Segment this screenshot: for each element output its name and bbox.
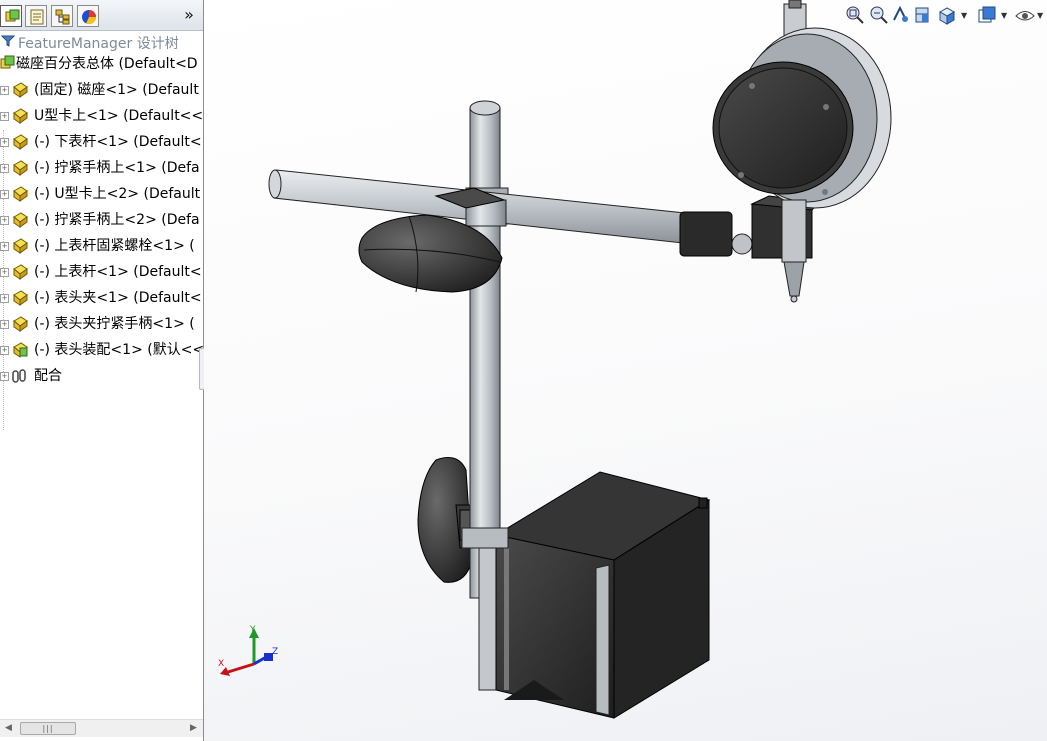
x-axis-arrow bbox=[227, 662, 255, 674]
tree-guide-line bbox=[3, 130, 4, 430]
part-icon bbox=[13, 82, 28, 98]
filter-bar[interactable]: FeatureManager 设计树 bbox=[0, 31, 203, 53]
featuremanager-panel: » FeatureManager 设计树 磁座百分表总体 (Default<D … bbox=[0, 0, 204, 741]
previous-view-icon[interactable] bbox=[890, 4, 912, 26]
part-icon bbox=[13, 108, 28, 124]
expand-toggle[interactable]: + bbox=[0, 86, 9, 95]
tree-root-label: 磁座百分表总体 (Default<D bbox=[16, 56, 198, 72]
part-icon bbox=[13, 238, 28, 254]
y-axis-label: Y bbox=[249, 625, 256, 635]
tree-item-label: (-) 上表杆<1> (Default< bbox=[34, 264, 202, 280]
chevron-down-icon[interactable]: ▼ bbox=[961, 11, 967, 20]
expand-toggle[interactable]: + bbox=[0, 164, 9, 173]
view-orientation-icon[interactable] bbox=[936, 4, 958, 26]
zoom-to-fit-icon[interactable] bbox=[844, 4, 866, 26]
property-sheet-icon bbox=[30, 9, 44, 25]
part-icon bbox=[13, 264, 28, 280]
filter-funnel-icon[interactable] bbox=[1, 34, 15, 48]
chevron-down-icon[interactable]: ▼ bbox=[1037, 11, 1043, 20]
part-icon bbox=[13, 316, 28, 332]
tree-item-label: (-) 表头夹<1> (Default< bbox=[34, 290, 202, 306]
expand-toggle[interactable]: + bbox=[0, 346, 9, 355]
magnetic-base bbox=[478, 471, 711, 719]
tree-item-label: (-) 拧紧手柄上<1> (Defa bbox=[34, 160, 200, 176]
scroll-right-arrow-icon[interactable]: ▶ bbox=[190, 723, 197, 733]
part-icon bbox=[13, 290, 28, 306]
mates-icon bbox=[12, 369, 26, 383]
expand-toggle[interactable]: + bbox=[0, 216, 9, 225]
filter-input[interactable]: FeatureManager 设计树 bbox=[18, 33, 179, 53]
part-icon bbox=[13, 212, 28, 228]
subassembly-icon bbox=[13, 342, 28, 358]
expand-toggle[interactable]: + bbox=[0, 242, 9, 251]
panel-tab-bar: » bbox=[0, 0, 203, 31]
tree-item-label: 配合 bbox=[34, 368, 62, 384]
tree-item-label: (-) 上表杆固紧螺栓<1> ( bbox=[34, 238, 195, 254]
tree-item-label: (-) 表头夹拧紧手柄<1> ( bbox=[34, 316, 195, 332]
section-view-icon[interactable] bbox=[912, 4, 934, 26]
expand-toggle[interactable]: + bbox=[0, 190, 9, 199]
featuremanager-tab[interactable] bbox=[0, 5, 22, 27]
assembly-model-view[interactable] bbox=[204, 0, 1047, 741]
lower-rod bbox=[469, 100, 501, 599]
displaymanager-tab[interactable] bbox=[77, 5, 99, 27]
tree-item-label: (-) 下表杆<1> (Default< bbox=[34, 134, 202, 150]
dial-indicator bbox=[712, 0, 892, 303]
tree-item-label: (-) 表头装配<1> (默认<< bbox=[34, 342, 204, 358]
part-icon bbox=[13, 160, 28, 176]
display-style-icon[interactable] bbox=[976, 4, 998, 26]
expand-toggle[interactable]: + bbox=[0, 294, 9, 303]
expand-toggle[interactable]: + bbox=[0, 138, 9, 147]
expand-panel-button[interactable]: » bbox=[179, 5, 199, 25]
appearance-pie-icon bbox=[82, 10, 97, 25]
expand-toggle[interactable]: + bbox=[0, 112, 9, 121]
expand-toggle[interactable]: + bbox=[0, 268, 9, 277]
tree-item-label: (-) U型卡上<2> (Default bbox=[34, 186, 201, 202]
tree-item-label: (-) 拧紧手柄上<2> (Defa bbox=[34, 212, 200, 228]
hide-show-items-icon[interactable] bbox=[1014, 4, 1036, 26]
expand-toggle[interactable]: + bbox=[0, 320, 9, 329]
tree-item-label: U型卡上<1> (Default<< bbox=[34, 108, 204, 124]
graphics-area[interactable]: ▼ ▼ ▼ ▼ ▼ X Y Z bbox=[204, 0, 1047, 741]
z-axis-label: Z bbox=[272, 647, 278, 657]
part-icon bbox=[13, 186, 28, 202]
reference-triad[interactable]: X Y Z bbox=[212, 620, 282, 680]
tree-item-label: (固定) 磁座<1> (Default bbox=[34, 82, 199, 98]
scroll-left-arrow-icon[interactable]: ◀ bbox=[5, 723, 12, 733]
horizontal-scrollbar[interactable]: ◀ ||| ▶ bbox=[0, 719, 203, 737]
x-axis-label: X bbox=[218, 659, 224, 669]
configurationmanager-tab[interactable] bbox=[51, 5, 73, 27]
zoom-to-area-icon[interactable] bbox=[868, 4, 890, 26]
propertymanager-tab[interactable] bbox=[25, 5, 47, 27]
assembly-tree-icon bbox=[5, 9, 20, 22]
expand-toggle[interactable]: + bbox=[0, 372, 9, 381]
part-icon bbox=[13, 134, 28, 150]
scrollbar-thumb[interactable]: ||| bbox=[20, 722, 76, 735]
chevron-down-icon[interactable]: ▼ bbox=[1001, 11, 1007, 20]
configuration-icon bbox=[55, 9, 70, 25]
